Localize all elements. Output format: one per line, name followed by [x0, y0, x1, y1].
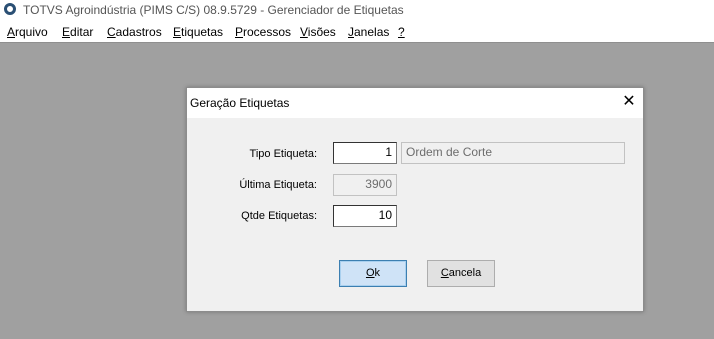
menu-mnemonic: E — [173, 25, 182, 39]
ok-mnemonic: O — [365, 267, 375, 279]
qtde-etiquetas-label: Qtde Etiquetas: — [241, 210, 317, 222]
menu-mnemonic: P — [235, 25, 244, 39]
tipo-etiqueta-input[interactable]: 1 — [333, 142, 397, 164]
menu-label: adastros — [115, 25, 162, 39]
menu-cadastros[interactable]: Cadastros — [107, 25, 162, 39]
menu-janelas[interactable]: Janelas — [348, 25, 389, 39]
menu-bar: Arquivo Editar Cadastros Etiquetas Proce… — [0, 22, 714, 42]
menu-mnemonic: C — [107, 25, 116, 39]
ultima-etiqueta-label: Última Etiqueta: — [239, 179, 317, 191]
menu-arquivo[interactable]: Arquivo — [7, 25, 48, 39]
geracao-etiquetas-dialog: Geração Etiquetas ✕ Tipo Etiqueta: 1 Ord… — [186, 87, 644, 312]
ok-button[interactable]: Ok — [339, 260, 407, 287]
tipo-etiqueta-label: Tipo Etiqueta: — [249, 148, 317, 160]
menu-mnemonic: ? — [398, 25, 405, 39]
menu-etiquetas[interactable]: Etiquetas — [173, 25, 223, 39]
dialog-titlebar[interactable]: Geração Etiquetas ✕ — [187, 88, 643, 118]
qtde-etiquetas-input[interactable]: 10 — [333, 205, 397, 227]
menu-label: anelas — [354, 25, 390, 39]
dialog-title: Geração Etiquetas — [190, 96, 290, 110]
cancela-label: ancela — [448, 267, 482, 279]
menu-label: tiquetas — [181, 25, 224, 39]
menu-label: rocessos — [243, 25, 292, 39]
menu-label: ditar — [70, 25, 94, 39]
cancela-mnemonic: C — [440, 267, 449, 279]
window-title: TOTVS Agroindústria (PIMS C/S) 08.9.5729… — [23, 3, 404, 17]
cancela-button[interactable]: Cancela — [427, 260, 495, 287]
menu-editar[interactable]: Editar — [62, 25, 93, 39]
ultima-etiqueta-field: 3900 — [333, 174, 397, 196]
window-titlebar: TOTVS Agroindústria (PIMS C/S) 08.9.5729… — [0, 0, 714, 22]
menu-visoes[interactable]: Visões — [300, 25, 336, 39]
tipo-etiqueta-description: Ordem de Corte — [401, 142, 625, 164]
menu-mnemonic: A — [7, 25, 16, 39]
app-logo-icon — [4, 3, 16, 15]
menu-label: isões — [307, 25, 336, 39]
menu-label: rquivo — [15, 25, 48, 39]
close-icon[interactable]: ✕ — [621, 94, 637, 110]
ok-label: k — [374, 267, 381, 279]
menu-mnemonic: V — [300, 25, 308, 39]
menu-mnemonic: E — [62, 25, 71, 39]
menu-processos[interactable]: Processos — [235, 25, 291, 39]
menu-help[interactable]: ? — [398, 25, 405, 39]
